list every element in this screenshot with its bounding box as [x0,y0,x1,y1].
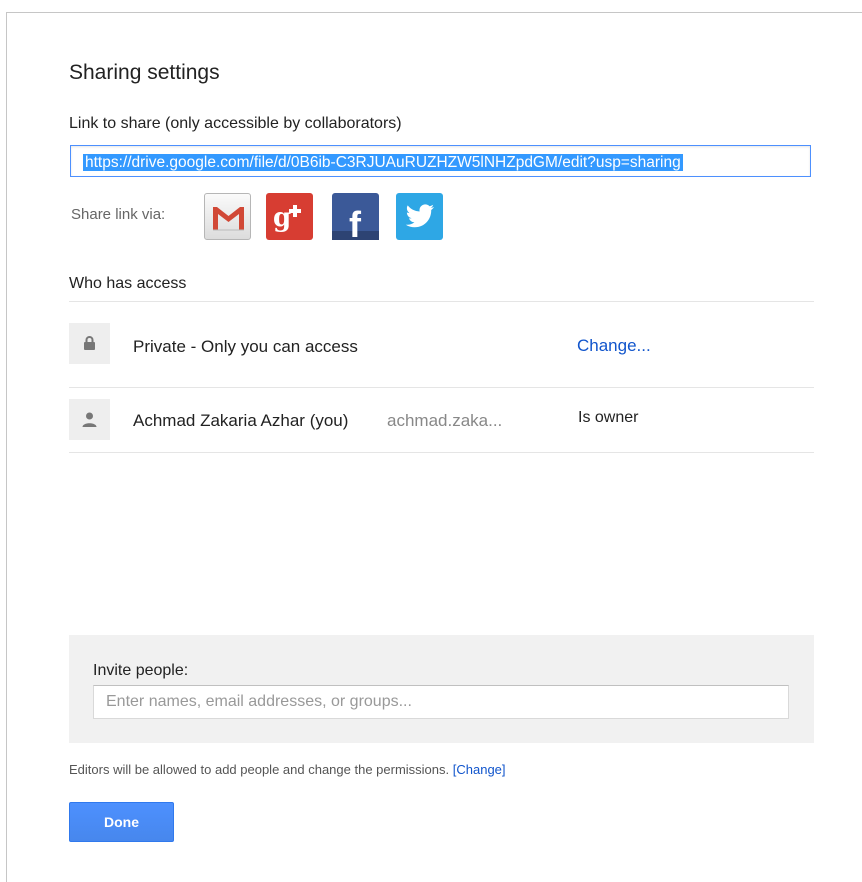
owner-role: Is owner [578,409,639,426]
dialog-title: Sharing settings [69,61,220,84]
sharing-dialog: Sharing settings Link to share (only acc… [6,12,862,882]
divider [69,452,814,453]
svg-text:f: f [349,204,362,240]
divider [69,301,814,302]
share-link-text[interactable]: https://drive.google.com/file/d/0B6ib-C3… [83,154,683,171]
editors-note: Editors will be allowed to add people an… [69,762,506,777]
invite-panel: Invite people: [69,635,814,743]
done-button[interactable]: Done [69,802,174,842]
share-via-label: Share link via: [71,206,166,223]
facebook-icon[interactable]: f [332,193,379,240]
person-icon [82,412,97,427]
google-plus-icon[interactable]: g [266,193,313,240]
lock-icon [84,336,95,350]
change-access-link[interactable]: Change... [577,336,651,356]
invite-label: Invite people: [93,662,189,679]
lock-icon-box [69,323,110,364]
owner-name: Achmad Zakaria Azhar (you) [133,411,349,430]
gmail-icon[interactable] [204,193,251,240]
who-has-access-heading: Who has access [69,275,187,292]
editors-change-link[interactable]: [Change] [453,762,506,777]
invite-input[interactable] [93,685,789,719]
svg-text:g: g [273,203,291,233]
twitter-icon[interactable] [396,193,443,240]
access-private-label: Private - Only you can access [133,337,358,356]
share-link-field[interactable]: https://drive.google.com/file/d/0B6ib-C3… [70,145,811,177]
owner-email: achmad.zaka... [387,411,503,430]
person-icon-box [69,399,110,440]
divider [69,387,814,388]
link-label: Link to share (only accessible by collab… [69,115,402,132]
editors-note-text: Editors will be allowed to add people an… [69,762,450,777]
